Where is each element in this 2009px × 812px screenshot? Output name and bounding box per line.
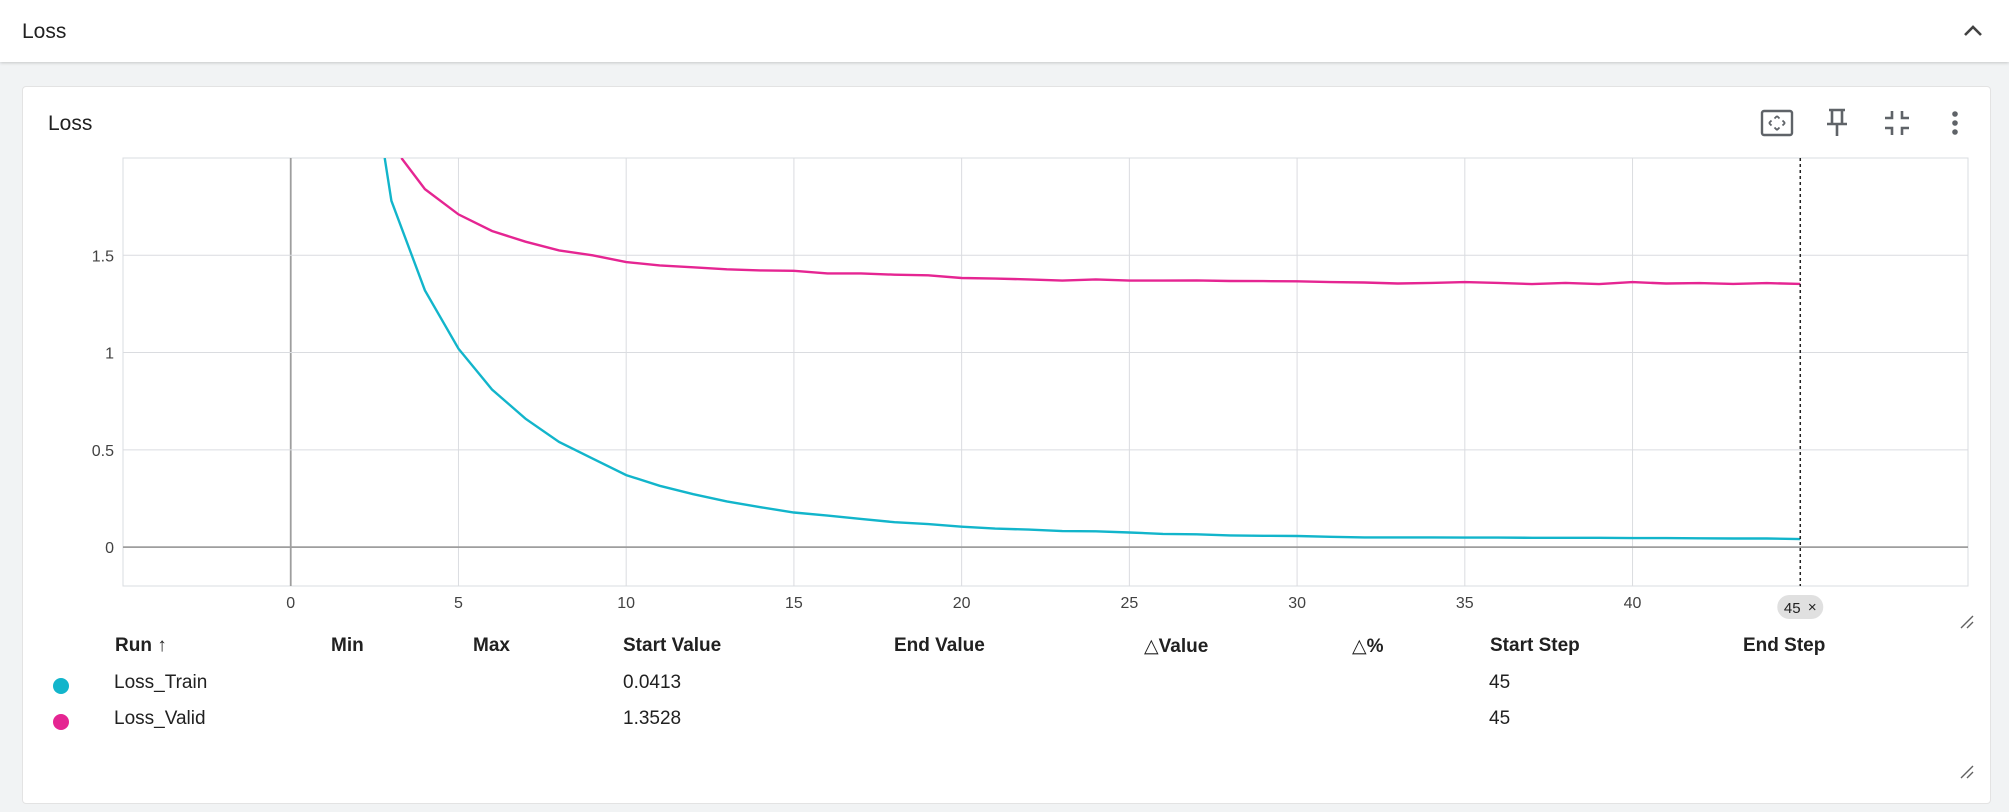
col-header-max[interactable]: Max (473, 635, 510, 657)
col-header-start-value[interactable]: Start Value (623, 635, 721, 657)
scalar-card: Loss 0 5 10 15 20 25 30 35 40 0 0.5 1 1.5 45 × Run ↑ M… (22, 86, 1991, 804)
chevron-up-icon[interactable] (1955, 12, 1991, 48)
col-header-delta-value[interactable]: △Value (1144, 635, 1208, 658)
y-tick-label: 1.5 (92, 248, 114, 265)
resize-handle-icon[interactable] (1959, 614, 1975, 630)
x-tick-label: 5 (454, 595, 463, 612)
col-header-start-step[interactable]: Start Step (1490, 635, 1580, 657)
run-color-dot (53, 678, 69, 694)
run-name: Loss_Valid (114, 708, 206, 729)
section-title: Loss (22, 20, 67, 43)
x-tick-label: 15 (785, 595, 803, 612)
start-step: 45 (1489, 672, 1511, 693)
y-tick-label: 1 (105, 346, 114, 363)
col-header-run[interactable]: Run ↑ (115, 635, 167, 657)
section-header: Loss (0, 0, 2009, 62)
x-tick-label: 20 (953, 595, 971, 612)
run-name: Loss_Train (114, 672, 208, 693)
run-color-dot (53, 714, 69, 730)
step-marker-close-icon[interactable]: × (1808, 599, 1817, 616)
series-line-loss-train (383, 158, 1801, 541)
start-value: 1.3528 (623, 708, 682, 729)
step-marker-label: 45 (1784, 600, 1801, 617)
series-line-loss-valid (400, 158, 1801, 286)
x-tick-label: 10 (617, 595, 635, 612)
x-tick-label: 25 (1120, 595, 1138, 612)
col-header-min[interactable]: Min (331, 635, 364, 657)
start-step: 45 (1489, 708, 1511, 729)
start-value: 0.0413 (623, 672, 682, 693)
loss-chart[interactable]: 0 5 10 15 20 25 30 35 40 0 0.5 1 1.5 45 × (23, 87, 1990, 632)
resize-handle-icon[interactable] (1959, 764, 1975, 780)
x-tick-label: 40 (1624, 595, 1642, 612)
y-tick-label: 0.5 (92, 443, 114, 460)
delta-icon: △ (1352, 636, 1367, 657)
x-tick-label: 0 (286, 595, 295, 612)
col-header-delta-percent[interactable]: △% (1352, 635, 1384, 658)
sort-arrow-icon: ↑ (157, 635, 167, 656)
col-header-end-step[interactable]: End Step (1743, 635, 1825, 657)
x-tick-label: 35 (1456, 595, 1474, 612)
delta-icon: △ (1144, 636, 1159, 657)
col-header-end-value[interactable]: End Value (894, 635, 985, 657)
y-tick-label: 0 (105, 540, 114, 557)
x-tick-label: 30 (1288, 595, 1306, 612)
